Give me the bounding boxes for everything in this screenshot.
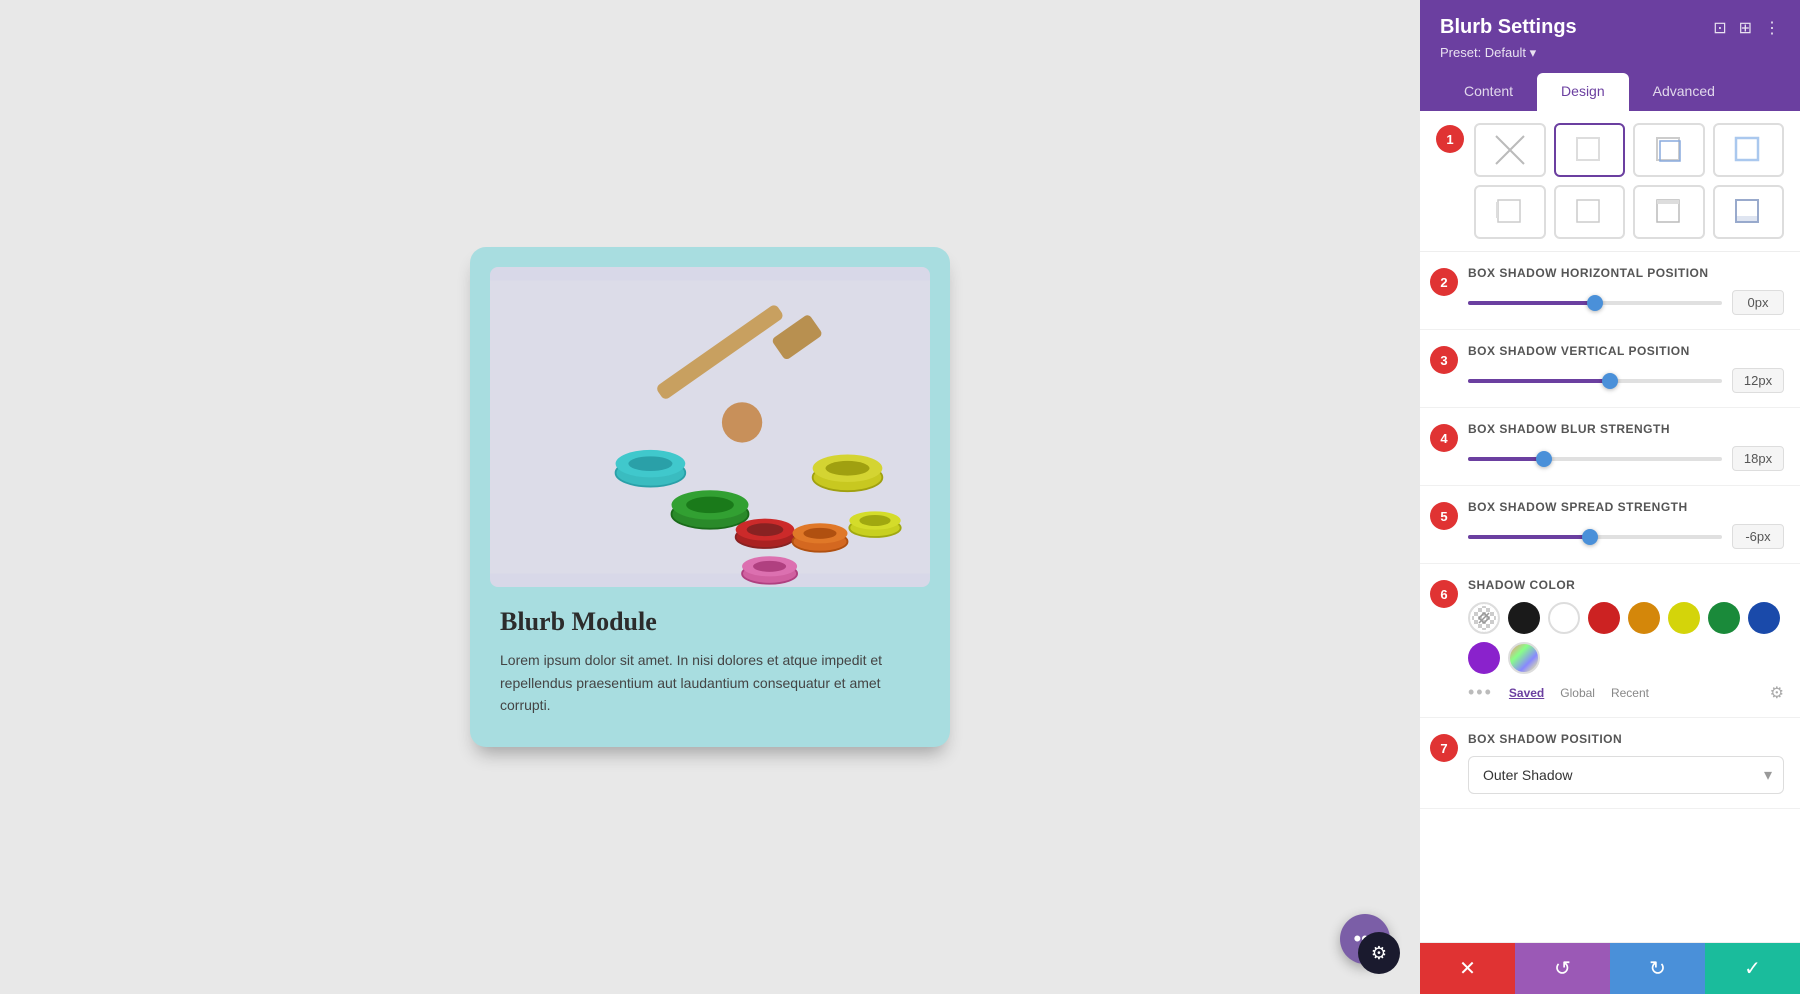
blur-label: Box Shadow Blur Strength [1468,422,1784,436]
step-3-badge: 3 [1430,346,1458,374]
swatch-transparent[interactable] [1468,602,1500,634]
more-icon[interactable]: ⋮ [1764,18,1780,38]
panel-header-top: Blurb Settings ⊡ ⊞ ⋮ [1440,16,1780,39]
spread-content: Box Shadow Spread Strength -6px [1468,500,1784,549]
blurb-title: Blurb Module [500,607,920,637]
section-horizontal: 2 Box Shadow Horizontal Position 0px [1420,252,1800,330]
horizontal-slider-row: 0px [1468,290,1784,315]
step-6-badge: 6 [1430,580,1458,608]
divi-icon[interactable]: ⚙ [1358,932,1400,974]
color-content: Shadow Color ••• [1468,578,1784,703]
color-more-dots[interactable]: ••• [1468,682,1493,703]
blurb-text: Lorem ipsum dolor sit amet. In nisi dolo… [500,649,920,716]
horizontal-slider[interactable] [1468,301,1722,305]
swatch-black[interactable] [1508,602,1540,634]
step-7-badge: 7 [1430,734,1458,762]
horizontal-value[interactable]: 0px [1732,290,1784,315]
vertical-content: Box Shadow Vertical Position 12px [1468,344,1784,393]
spread-label: Box Shadow Spread Strength [1468,500,1784,514]
blur-slider-row: 18px [1468,446,1784,471]
section-color: 6 Shadow Color [1420,564,1800,718]
color-label: Shadow Color [1468,578,1784,592]
position-dropdown-container: Outer Shadow Inner Shadow ▾ [1468,756,1784,794]
section-spread: 5 Box Shadow Spread Strength -6px [1420,486,1800,564]
columns-icon[interactable]: ⊞ [1739,18,1752,38]
color-swatches [1468,602,1784,674]
panel-header-icons: ⊡ ⊞ ⋮ [1713,18,1780,38]
shadow-style-1[interactable] [1554,123,1626,177]
panel-preset[interactable]: Preset: Default ▾ [1440,45,1780,61]
shadow-style-4[interactable] [1474,185,1546,239]
step-2-badge: 2 [1430,268,1458,296]
spread-slider-row: -6px [1468,524,1784,549]
position-label: Box Shadow Position [1468,732,1784,746]
spread-value[interactable]: -6px [1732,524,1784,549]
step-4-badge: 4 [1430,424,1458,452]
cancel-button[interactable]: ✕ [1420,943,1515,994]
section-position: 7 Box Shadow Position Outer Shadow Inner… [1420,718,1800,809]
toy-scene-svg [490,267,930,587]
shadow-style-3[interactable] [1713,123,1785,177]
swatch-orange[interactable] [1628,602,1660,634]
tab-content[interactable]: Content [1440,73,1537,111]
blur-slider[interactable] [1468,457,1722,461]
horizontal-label: Box Shadow Horizontal Position [1468,266,1784,280]
color-tab-global[interactable]: Global [1560,686,1595,700]
color-tab-recent[interactable]: Recent [1611,686,1649,700]
panel-header: Blurb Settings ⊡ ⊞ ⋮ Preset: Default ▾ C… [1420,0,1800,111]
step-5-badge: 5 [1430,502,1458,530]
tab-design[interactable]: Design [1537,73,1629,111]
vertical-slider-row: 12px [1468,368,1784,393]
panel-tabs: Content Design Advanced [1440,73,1780,111]
shadow-style-6[interactable] [1633,185,1705,239]
shadow-style-none[interactable] [1474,123,1546,177]
settings-panel: Blurb Settings ⊡ ⊞ ⋮ Preset: Default ▾ C… [1420,0,1800,994]
position-dropdown[interactable]: Outer Shadow Inner Shadow [1468,756,1784,794]
blur-content: Box Shadow Blur Strength 18px [1468,422,1784,471]
color-tabs-row: ••• Saved Global Recent ⚙ [1468,682,1784,703]
tab-advanced[interactable]: Advanced [1629,73,1739,111]
panel-body[interactable]: 1 [1420,111,1800,942]
swatch-custom[interactable] [1508,642,1540,674]
blurb-card: Blurb Module Lorem ipsum dolor sit amet.… [470,247,950,746]
shadow-style-7[interactable] [1713,185,1785,239]
spread-slider[interactable] [1468,535,1722,539]
fullscreen-icon[interactable]: ⊡ [1713,18,1726,38]
swatch-green[interactable] [1708,602,1740,634]
swatch-purple[interactable] [1468,642,1500,674]
reset-button[interactable]: ↺ [1515,943,1610,994]
panel-footer: ✕ ↺ ↻ ✓ [1420,942,1800,994]
redo-button[interactable]: ↻ [1610,943,1705,994]
section-blur: 4 Box Shadow Blur Strength 18px [1420,408,1800,486]
swatch-yellow[interactable] [1668,602,1700,634]
panel-title: Blurb Settings [1440,16,1577,39]
blurb-image [490,267,930,587]
blur-value[interactable]: 18px [1732,446,1784,471]
swatch-red[interactable] [1588,602,1620,634]
vertical-label: Box Shadow Vertical Position [1468,344,1784,358]
swatch-white[interactable] [1548,602,1580,634]
shadow-style-2[interactable] [1633,123,1705,177]
swatch-blue[interactable] [1748,602,1780,634]
shadow-style-5[interactable] [1554,185,1626,239]
vertical-slider[interactable] [1468,379,1722,383]
step-1-badge: 1 [1436,125,1464,153]
confirm-button[interactable]: ✓ [1705,943,1800,994]
horizontal-content: Box Shadow Horizontal Position 0px [1468,266,1784,315]
blurb-content: Blurb Module Lorem ipsum dolor sit amet.… [490,587,930,726]
vertical-value[interactable]: 12px [1732,368,1784,393]
color-settings-icon[interactable]: ⚙ [1770,683,1784,703]
position-content: Box Shadow Position Outer Shadow Inner S… [1468,732,1784,794]
color-tab-saved[interactable]: Saved [1509,686,1544,700]
section-vertical: 3 Box Shadow Vertical Position 12px [1420,330,1800,408]
canvas-area: Blurb Module Lorem ipsum dolor sit amet.… [0,0,1420,994]
